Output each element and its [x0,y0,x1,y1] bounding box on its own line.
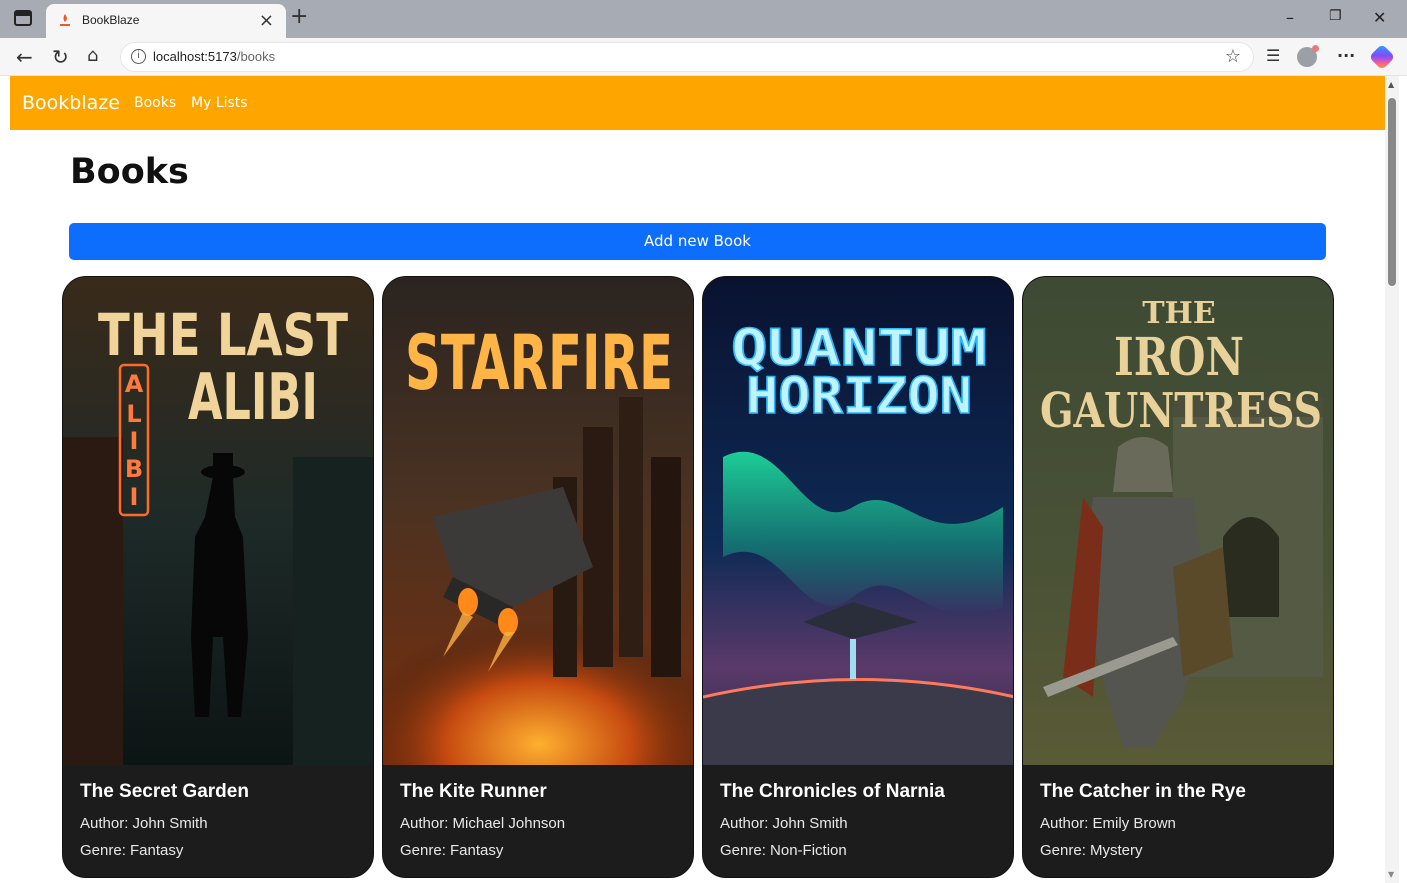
home-icon[interactable]: ⌂ [87,45,98,66]
app-navbar: Bookblaze Books My Lists [10,76,1385,130]
add-new-book-button[interactable]: Add new Book [69,223,1326,260]
tab-title: BookBlaze [82,13,140,27]
more-options-icon[interactable]: ··· [1337,46,1355,65]
svg-text:L: L [126,400,141,428]
favorites-icon[interactable]: ☰ [1266,46,1280,65]
close-tab-icon[interactable]: × [259,10,274,31]
cover-title-line-1: THE LAST [98,301,348,369]
restore-icon[interactable]: ❐ [1329,8,1342,24]
book-author: Author: John Smith [720,815,848,832]
browser-tab[interactable]: BookBlaze × [46,4,286,38]
cover-title-line-2: IRON [1114,327,1244,388]
svg-text:I: I [130,427,139,455]
new-tab-icon[interactable]: + [290,4,308,29]
scroll-up-icon[interactable]: ▲ [1388,80,1394,89]
card-body: The Kite Runner Author: Michael Johnson … [383,765,693,877]
nav-link-my-lists[interactable]: My Lists [191,95,248,111]
page-viewport: Bookblaze Books My Lists Books Add new B… [10,76,1385,883]
book-title: The Catcher in the Rye [1040,781,1246,802]
svg-text:I: I [130,483,139,511]
book-title: The Secret Garden [80,781,249,802]
book-cover: A L I B I THE LAST ALIBI [63,277,373,765]
svg-text:B: B [125,455,143,483]
cover-title-line-2: ALIBI [188,361,318,435]
back-icon[interactable]: ← [16,45,33,69]
book-cover: STARFIRE [383,277,693,765]
browser-toolbar: ← ↻ ⌂ i localhost:5173/books ☆ ☰ ··· [0,38,1407,76]
book-title: The Chronicles of Narnia [720,781,945,802]
book-cover: QUANTUM HORIZON [703,277,1013,765]
address-bar[interactable]: i localhost:5173/books ☆ [120,42,1254,72]
minimize-icon[interactable]: – [1286,8,1294,27]
book-card[interactable]: STARFIRE The Kite Runner Author: Michael… [382,276,694,878]
copilot-icon[interactable] [1368,43,1396,71]
cover-sign-text: A [125,370,144,398]
cover-title-line-3: GAUNTRESS [1040,383,1322,439]
card-body: The Secret Garden Author: John Smith Gen… [63,765,373,877]
cover-title-line-1: THE [1142,296,1216,331]
book-genre: Genre: Mystery [1040,842,1143,859]
nav-link-books[interactable]: Books [134,95,176,111]
book-card[interactable]: QUANTUM HORIZON The Chronicles of Narnia… [702,276,1014,878]
reload-icon[interactable]: ↻ [52,45,69,69]
book-genre: Genre: Fantasy [80,842,184,859]
book-cover: THE IRON GAUNTRESS [1023,277,1333,765]
browser-tab-bar: BookBlaze × + – ❐ ✕ [0,0,1407,38]
book-genre: Genre: Non-Fiction [720,842,847,859]
book-author: Author: Emily Brown [1040,815,1176,832]
brand-link[interactable]: Bookblaze [22,92,120,114]
profile-avatar[interactable] [1297,45,1319,67]
scrollbar-thumb[interactable] [1388,98,1396,286]
scroll-down-icon[interactable]: ▼ [1388,870,1394,879]
book-genre: Genre: Fantasy [400,842,504,859]
book-card[interactable]: THE IRON GAUNTRESS The Catcher in the Ry… [1022,276,1334,878]
cover-title-line-2: HORIZON [746,367,972,425]
bookblaze-favicon-icon [60,14,70,26]
card-body: The Catcher in the Rye Author: Emily Bro… [1023,765,1333,877]
url-text[interactable]: localhost:5173/books [153,49,275,64]
close-window-icon[interactable]: ✕ [1373,8,1386,27]
favorite-star-icon[interactable]: ☆ [1225,46,1241,67]
book-card[interactable]: A L I B I THE LAST ALIBI The Secret Gard… [62,276,374,878]
card-body: The Chronicles of Narnia Author: John Sm… [703,765,1013,877]
vertical-scrollbar[interactable]: ▲ ▼ [1385,76,1399,883]
cover-title: STARFIRE [405,318,673,407]
book-author: Author: Michael Johnson [400,815,566,832]
book-author: Author: John Smith [80,815,208,832]
tab-actions-icon[interactable] [14,10,32,26]
page-title: Books [70,152,189,192]
book-title: The Kite Runner [400,781,547,802]
site-info-icon[interactable]: i [131,49,146,64]
